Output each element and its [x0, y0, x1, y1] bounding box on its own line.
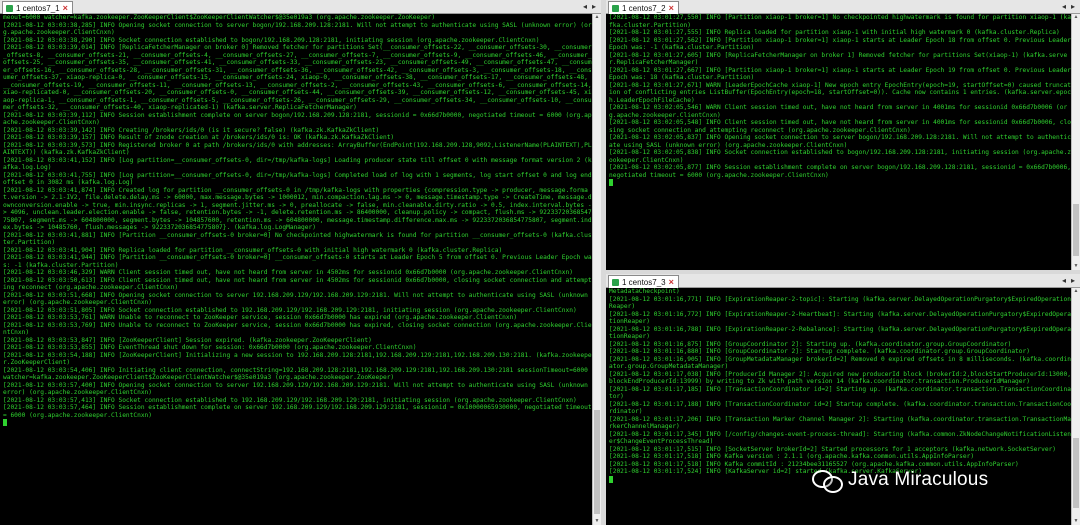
log-line: [2021-08-12 03:01:16,875] INFO [GroupCoo…	[609, 340, 1012, 348]
tab-bar: 1 centos7_1 × ◂ ▸	[0, 0, 601, 14]
log-line: meout=6000 watcher=kafka.zookeeper.ZooKe…	[3, 14, 436, 21]
scroll-down-icon[interactable]: ▼	[1072, 518, 1080, 525]
log-line: [2021-08-12 03:03:41,904] INFO Replica l…	[3, 246, 503, 254]
log-line: [2021-08-12 03:03:57,400] INFO Opening s…	[3, 381, 592, 397]
log-line: [2021-08-12 03:03:39,112] INFO Session e…	[3, 111, 592, 127]
log-line: [2021-08-12 03:01:16,788] INFO [Expirati…	[609, 325, 1071, 341]
tab-scroll-left-icon[interactable]: ◂	[1060, 2, 1068, 11]
tab-label: 1 centos7_3	[622, 277, 666, 287]
log-line: [2021-08-12 03:03:39,573] INFO Registere…	[3, 141, 592, 157]
log-line: MetadataCheckpoint)	[609, 288, 680, 295]
session-status-icon	[6, 4, 13, 12]
scrollbar-thumb[interactable]	[594, 410, 600, 514]
log-line: [2021-08-12 03:01:27,562] INFO [Partitio…	[609, 36, 1071, 52]
log-line: [2021-08-12 03:03:39,157] INFO Result of…	[3, 134, 395, 141]
scroll-up-icon[interactable]: ▲	[593, 14, 601, 21]
log-line: [2021-08-12 03:02:05,546] WARN Client se…	[609, 104, 1068, 119]
log-line: [2021-08-12 03:01:27,555] INFO Replica l…	[609, 29, 1060, 36]
log-line: [2021-08-12 03:02:05,877] INFO Session e…	[609, 164, 1071, 179]
close-icon[interactable]: ×	[669, 277, 674, 288]
log-line: [2021-08-12 03:01:17,518] INFO Kafka ver…	[609, 453, 975, 460]
text-cursor	[609, 179, 613, 186]
log-line: [2021-08-12 03:03:51,805] INFO Socket co…	[3, 306, 577, 314]
terminal-output[interactable]: [2021-08-12 03:01:27,550] INFO [Partitio…	[609, 14, 1071, 270]
log-line: [2021-08-12 03:01:16,772] INFO [Expirati…	[609, 310, 1071, 326]
terminal-pane-centos7-1[interactable]: 1 centos7_1 × ◂ ▸ meout=6000 watcher=kaf…	[0, 0, 601, 525]
log-line: [2021-08-12 03:01:16,771] INFO [Expirati…	[609, 295, 1071, 311]
log-line: [2021-08-12 03:03:41,874] INFO Created l…	[3, 186, 592, 232]
log-line: [2021-08-12 03:01:17,518] INFO Kafka com…	[609, 460, 1019, 468]
log-line: [2021-08-12 03:01:27,550] INFO [Partitio…	[609, 14, 1071, 29]
log-line: [2021-08-12 03:01:27,605] INFO [ReplicaF…	[609, 51, 1068, 67]
log-line: [2021-08-12 03:01:16,905] INFO [GroupMet…	[609, 355, 1071, 371]
tab-label: 1 centos7_1	[16, 3, 60, 13]
log-line: [2021-08-12 03:02:05,548] INFO Client se…	[609, 119, 1071, 134]
log-line: [2021-08-12 03:03:53,761] WARN Unable to…	[3, 314, 518, 321]
log-line: [2021-08-12 03:01:16,880] INFO [GroupCoo…	[609, 348, 1030, 355]
scrollbar-thumb[interactable]	[1073, 204, 1079, 256]
scroll-up-icon[interactable]: ▲	[1072, 14, 1080, 21]
scroll-down-icon[interactable]: ▼	[1072, 263, 1080, 270]
log-line: [2021-08-12 03:03:39,142] INFO Creating …	[3, 126, 380, 134]
log-line: [2021-08-12 03:03:53,769] INFO Unable to…	[3, 321, 592, 337]
log-line: [2021-08-12 03:03:41,944] INFO [Partitio…	[3, 254, 592, 269]
log-line: [2021-08-12 03:01:27,667] INFO [Partitio…	[609, 66, 1071, 82]
text-cursor	[609, 475, 613, 483]
tab-scroll-left-icon[interactable]: ◂	[581, 2, 589, 11]
session-status-icon	[612, 278, 619, 286]
log-line: [2021-08-12 03:03:57,464] INFO Session e…	[3, 404, 592, 419]
terminal-output[interactable]: meout=6000 watcher=kafka.zookeeper.ZooKe…	[3, 14, 592, 525]
tab-centos7-2[interactable]: 1 centos7_2 ×	[608, 1, 679, 14]
tab-label: 1 centos7_2	[622, 3, 666, 13]
session-status-icon	[612, 4, 619, 12]
watermark: Java Miraculous	[812, 468, 989, 493]
log-line: [2021-08-12 03:02:05,838] INFO Socket co…	[609, 149, 1071, 164]
log-line: [2021-08-12 03:01:17,206] INFO [Transact…	[609, 415, 1071, 431]
log-line: [2021-08-12 03:03:41,755] INFO [Log part…	[3, 171, 592, 187]
watermark-text: Java Miraculous	[848, 469, 989, 490]
log-line: [2021-08-12 03:03:54,406] INFO Initiatin…	[3, 366, 592, 382]
prompt-line[interactable]	[609, 179, 1071, 188]
tab-centos7-1[interactable]: 1 centos7_1 ×	[2, 1, 73, 14]
scrollbar[interactable]: ▲ ▼	[1071, 14, 1080, 270]
log-line: [2021-08-12 03:03:53,847] INFO [ZooKeepe…	[3, 336, 372, 344]
scrollbar[interactable]: ▲ ▼	[592, 14, 601, 525]
log-line: [2021-08-12 03:03:46,329] WARN Client se…	[3, 269, 573, 276]
log-line: [2021-08-12 03:01:17,188] INFO [Transact…	[609, 400, 1071, 416]
tab-scroll-right-icon[interactable]: ▸	[1069, 2, 1077, 11]
close-icon[interactable]: ×	[63, 3, 68, 14]
tab-bar: 1 centos7_2 × ◂ ▸	[606, 0, 1080, 14]
log-line: [2021-08-12 03:01:27,671] WARN [LeaderEp…	[609, 81, 1071, 104]
prompt-line[interactable]	[3, 419, 592, 428]
log-line: [2021-08-12 03:01:17,345] INFO [/config/…	[609, 430, 1071, 446]
tab-centos7-3[interactable]: 1 centos7_3 ×	[608, 275, 679, 288]
scrollbar-thumb[interactable]	[1073, 438, 1079, 508]
tab-scroll-right-icon[interactable]: ▸	[590, 2, 598, 11]
log-line: [2021-08-12 03:03:51,668] INFO Opening s…	[3, 291, 592, 307]
log-line: [2021-08-12 03:03:50,613] INFO Client se…	[3, 276, 592, 292]
log-line: [2021-08-12 03:03:38,290] INFO Socket co…	[3, 36, 540, 44]
scroll-down-icon[interactable]: ▼	[593, 518, 601, 525]
log-line: [2021-08-12 03:03:39,014] INFO [ReplicaF…	[3, 44, 592, 111]
scroll-up-icon[interactable]: ▲	[1072, 288, 1080, 295]
log-line: [2021-08-12 03:03:41,152] INFO [Log part…	[3, 156, 592, 172]
tab-bar: 1 centos7_3 × ◂ ▸	[606, 274, 1080, 288]
text-cursor	[3, 419, 7, 426]
close-icon[interactable]: ×	[669, 3, 674, 14]
log-line: [2021-08-12 03:03:41,881] INFO [Partitio…	[3, 231, 592, 247]
log-line: [2021-08-12 03:03:53,855] INFO EventThre…	[3, 344, 417, 351]
log-line: [2021-08-12 03:02:05,837] INFO Opening s…	[609, 134, 1071, 149]
log-line: [2021-08-12 03:01:17,185] INFO [Transact…	[609, 385, 1071, 401]
log-line: [2021-08-12 03:03:38,285] INFO Opening s…	[3, 21, 592, 37]
log-line: [2021-08-12 03:01:17,515] INFO [SocketSe…	[609, 445, 1057, 453]
scrollbar[interactable]: ▲ ▼	[1071, 288, 1080, 525]
tab-scroll-left-icon[interactable]: ◂	[1060, 276, 1068, 285]
tab-scroll-right-icon[interactable]: ▸	[1069, 276, 1077, 285]
log-line: [2021-08-12 03:03:54,188] INFO [ZooKeepe…	[3, 351, 592, 367]
log-line: [2021-08-12 03:01:17,038] INFO [Producer…	[609, 370, 1071, 386]
terminal-pane-centos7-2[interactable]: 1 centos7_2 × ◂ ▸ [2021-08-12 03:01:27,5…	[606, 0, 1080, 270]
wechat-icon	[812, 468, 843, 493]
log-line: [2021-08-12 03:03:57,413] INFO Socket co…	[3, 396, 577, 404]
